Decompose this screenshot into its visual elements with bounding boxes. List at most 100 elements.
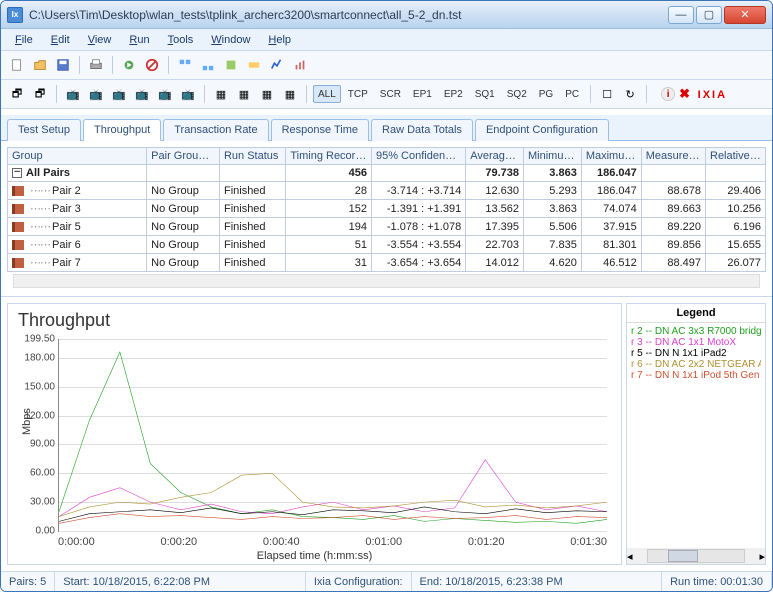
grid-scrollbar[interactable] <box>13 274 760 288</box>
minimize-button[interactable]: — <box>668 6 694 24</box>
table-row[interactable]: ⋯⋯Pair 5No GroupFinished194-1.078 : +1.0… <box>8 218 766 236</box>
open-icon[interactable] <box>30 55 50 75</box>
filter-icon[interactable]: 📺 <box>132 84 152 104</box>
tool-icon[interactable] <box>175 55 195 75</box>
info-icon: i <box>661 87 675 101</box>
chart-panel: Throughput Mbps 0.0030.0060.0090.00120.0… <box>7 303 622 565</box>
close-button[interactable]: ✕ <box>724 6 766 24</box>
col-header[interactable]: Run Status <box>219 148 285 165</box>
filter-pg[interactable]: PG <box>534 85 558 103</box>
new-icon[interactable] <box>7 55 27 75</box>
table-row[interactable]: ⋯⋯Pair 6No GroupFinished51-3.554 : +3.55… <box>8 236 766 254</box>
col-header[interactable]: Group <box>8 148 147 165</box>
filter-icon[interactable]: 🗗 <box>30 84 50 104</box>
filter-ep2[interactable]: EP2 <box>439 85 468 103</box>
separator <box>168 56 169 74</box>
run-icon[interactable] <box>119 55 139 75</box>
tab-test-setup[interactable]: Test Setup <box>7 119 81 141</box>
filter-icon[interactable]: ▦ <box>234 84 254 104</box>
table-row[interactable]: ⋯⋯Pair 2No GroupFinished28-3.714 : +3.71… <box>8 182 766 200</box>
filter-icon[interactable]: 📺 <box>63 84 83 104</box>
tool-icon[interactable] <box>244 55 264 75</box>
tab-response-time[interactable]: Response Time <box>271 119 369 141</box>
filter-icon[interactable]: ▦ <box>280 84 300 104</box>
filter-sq2[interactable]: SQ2 <box>502 85 532 103</box>
window-title: C:\Users\Tim\Desktop\wlan_tests\tplink_a… <box>29 8 666 22</box>
titlebar: Ix C:\Users\Tim\Desktop\wlan_tests\tplin… <box>1 1 772 29</box>
filter-icon[interactable]: 📺 <box>155 84 175 104</box>
col-header[interactable]: Relative Precision <box>706 148 766 165</box>
statusbar: Pairs: 5 Start: 10/18/2015, 6:22:08 PM I… <box>1 571 772 591</box>
filter-icon[interactable]: ↻ <box>620 84 640 104</box>
tabstrip: Test SetupThroughputTransaction RateResp… <box>1 115 772 141</box>
table-row-all[interactable]: All Pairs45679.7383.863186.047 <box>8 165 766 182</box>
y-tick-label: 60.00 <box>30 468 59 479</box>
filter-icon[interactable]: 📺 <box>86 84 106 104</box>
table-row[interactable]: ⋯⋯Pair 3No GroupFinished152-1.391 : +1.3… <box>8 200 766 218</box>
menu-view[interactable]: View <box>80 32 120 48</box>
menu-help[interactable]: Help <box>260 32 299 48</box>
legend-panel: Legend r 2 -- DN AC 3x3 R7000 bridgr 3 -… <box>626 303 766 565</box>
maximize-button[interactable]: ▢ <box>696 6 722 24</box>
chart-plot[interactable]: Mbps 0.0030.0060.0090.00120.00150.00180.… <box>58 339 607 532</box>
separator <box>590 85 591 103</box>
x-tick-label: 0:00:00 <box>58 536 95 548</box>
tab-throughput[interactable]: Throughput <box>83 119 161 141</box>
chart-area: Throughput Mbps 0.0030.0060.0090.00120.0… <box>1 297 772 571</box>
tab-transaction-rate[interactable]: Transaction Rate <box>163 119 268 141</box>
filter-icon[interactable]: ☐ <box>597 84 617 104</box>
separator <box>204 85 205 103</box>
print-icon[interactable] <box>86 55 106 75</box>
menu-file[interactable]: File <box>7 32 41 48</box>
legend-item[interactable]: r 7 -- DN N 1x1 iPod 5th Gen <box>631 370 761 381</box>
filter-sq1[interactable]: SQ1 <box>470 85 500 103</box>
status-ixia: Ixia Configuration: <box>306 572 412 591</box>
save-icon[interactable] <box>53 55 73 75</box>
y-tick-label: 30.00 <box>30 497 59 508</box>
menubar: File Edit View Run Tools Window Help <box>1 29 772 51</box>
col-header[interactable]: 95% Confidence Interval <box>371 148 465 165</box>
chart-title: Throughput <box>18 310 615 331</box>
tab-raw-data-totals[interactable]: Raw Data Totals <box>371 119 473 141</box>
stop-icon[interactable] <box>142 55 162 75</box>
col-header[interactable]: Timing Records Completed <box>286 148 372 165</box>
menu-window[interactable]: Window <box>203 32 258 48</box>
filter-icon[interactable]: 🗗 <box>7 84 27 104</box>
y-tick-label: 90.00 <box>30 439 59 450</box>
filter-ep1[interactable]: EP1 <box>408 85 437 103</box>
tab-endpoint-configuration[interactable]: Endpoint Configuration <box>475 119 609 141</box>
legend-scrollbar[interactable]: ◂▸ <box>627 548 765 564</box>
toolbar-main <box>1 51 772 80</box>
filter-icon[interactable]: 📺 <box>178 84 198 104</box>
filter-scr[interactable]: SCR <box>375 85 406 103</box>
col-header[interactable]: Measured Time (sec) <box>641 148 705 165</box>
brand-logo: i ✖ IXIA <box>661 86 727 102</box>
filter-icon[interactable]: 📺 <box>109 84 129 104</box>
filter-tcp[interactable]: TCP <box>343 85 373 103</box>
tool-icon[interactable] <box>267 55 287 75</box>
x-tick-label: 0:00:20 <box>160 536 197 548</box>
tool-icon[interactable] <box>290 55 310 75</box>
table-row[interactable]: ⋯⋯Pair 7No GroupFinished31-3.654 : +3.65… <box>8 254 766 272</box>
col-header[interactable]: Minimum (Mbps) <box>524 148 582 165</box>
menu-run[interactable]: Run <box>121 32 157 48</box>
legend-item[interactable]: r 5 -- DN N 1x1 iPad2 <box>631 348 761 359</box>
col-header[interactable]: Average (Mbps) <box>466 148 524 165</box>
x-tick-label: 0:01:20 <box>468 536 505 548</box>
col-header[interactable]: Pair Group Name <box>147 148 220 165</box>
filter-all[interactable]: ALL <box>313 85 341 103</box>
legend-item[interactable]: r 6 -- DN AC 2x2 NETGEAR A <box>631 359 761 370</box>
filter-pc[interactable]: PC <box>560 85 584 103</box>
filter-icon[interactable]: ▦ <box>211 84 231 104</box>
legend-item[interactable]: r 3 -- DN AC 1x1 MotoX <box>631 337 761 348</box>
filter-icon[interactable]: ▦ <box>257 84 277 104</box>
col-header[interactable]: Maximum (Mbps) <box>581 148 641 165</box>
menu-edit[interactable]: Edit <box>43 32 78 48</box>
legend-item[interactable]: r 2 -- DN AC 3x3 R7000 bridg <box>631 326 761 337</box>
tool-icon[interactable] <box>198 55 218 75</box>
application-window: Ix C:\Users\Tim\Desktop\wlan_tests\tplin… <box>0 0 773 592</box>
tool-icon[interactable] <box>221 55 241 75</box>
separator <box>646 85 647 103</box>
status-start: Start: 10/18/2015, 6:22:08 PM <box>55 572 306 591</box>
menu-tools[interactable]: Tools <box>160 32 202 48</box>
